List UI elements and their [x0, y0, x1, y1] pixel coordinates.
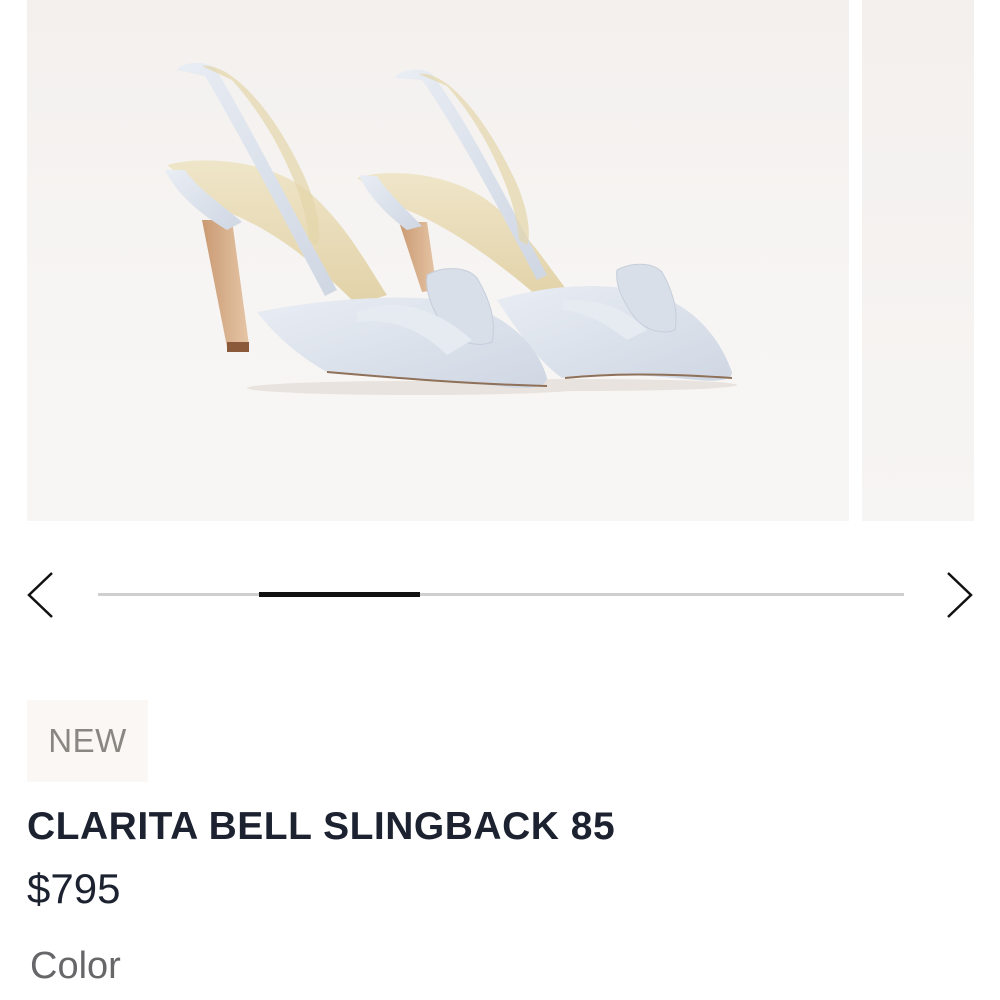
slide-indicator-3[interactable] — [420, 593, 581, 596]
chevron-right-icon — [947, 572, 973, 618]
product-image — [165, 62, 737, 395]
next-slide-button[interactable] — [940, 570, 980, 620]
next-image-slide-peek[interactable] — [862, 0, 974, 521]
color-label: Color — [30, 945, 121, 987]
slide-indicator-4[interactable] — [582, 593, 743, 596]
product-price: $795 — [27, 865, 121, 912]
product-title: CLARITA BELL SLINGBACK 85 — [27, 805, 616, 848]
slide-indicator-2[interactable] — [259, 592, 421, 597]
prev-slide-button[interactable] — [20, 570, 60, 620]
new-badge: NEW — [27, 700, 148, 782]
product-image-gallery[interactable] — [0, 0, 1000, 525]
slide-indicator-1[interactable] — [98, 593, 259, 596]
slide-indicator-5[interactable] — [743, 593, 904, 596]
chevron-left-icon — [27, 572, 53, 618]
carousel-navigation — [0, 560, 1000, 630]
product-image-slide[interactable] — [27, 0, 849, 521]
slide-progress-bar[interactable] — [98, 592, 904, 597]
